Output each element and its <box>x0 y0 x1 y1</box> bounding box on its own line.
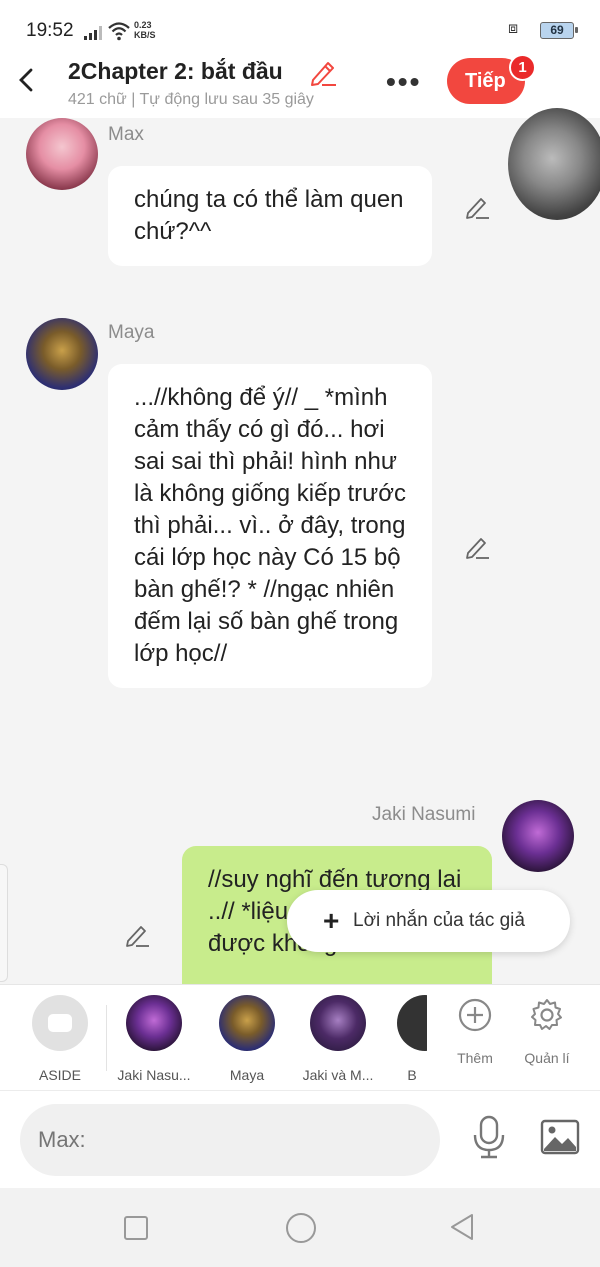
side-drawer-handle[interactable] <box>0 864 8 982</box>
character-b[interactable]: B <box>397 995 427 1083</box>
plus-icon: + <box>323 905 340 936</box>
character-avatar <box>310 995 366 1051</box>
character-jaki-nasumi[interactable]: Jaki Nasu... <box>109 995 199 1083</box>
author-note-label: Lời nhắn của tác giả <box>353 910 525 931</box>
back-arrow-icon[interactable] <box>14 66 42 94</box>
message-bubble[interactable]: chúng ta có thể làm quen chứ?^^ <box>108 166 432 266</box>
message-bubble[interactable]: ...//không để ý// _ *mình cảm thấy có gì… <box>108 364 432 688</box>
editor-header: 2Chapter 2: bắt đầu 421 chữ | Tự động lư… <box>0 54 600 220</box>
network-speed: 0.23 KB/S <box>134 20 156 40</box>
avatar-max[interactable] <box>26 118 98 190</box>
chat-area[interactable]: Max chúng ta có thể làm quen chứ?^^ Maya… <box>0 118 600 984</box>
composer-bar <box>0 1090 600 1188</box>
character-maya[interactable]: Maya <box>202 995 292 1083</box>
vibrate-icon: ⧈ <box>508 20 519 37</box>
speaker-name: Jaki Nasumi <box>372 804 476 825</box>
system-nav-bar <box>0 1188 600 1267</box>
notification-badge: 1 <box>509 54 536 81</box>
edit-message-icon[interactable] <box>464 534 490 560</box>
more-options-icon[interactable]: ••• <box>386 66 421 98</box>
back-triangle-icon[interactable] <box>448 1212 476 1242</box>
author-note-button[interactable]: + Lời nhắn của tác giả <box>287 890 570 952</box>
avatar-jaki-nasumi[interactable] <box>502 800 574 872</box>
avatar-maya[interactable] <box>26 318 98 390</box>
wifi-icon <box>108 22 130 41</box>
chapter-title[interactable]: 2Chapter 2: bắt đầu <box>68 58 283 85</box>
status-time: 19:52 <box>26 20 74 41</box>
message-input[interactable] <box>20 1104 440 1176</box>
signal-icon <box>84 26 102 40</box>
character-avatar <box>126 995 182 1051</box>
speaker-name: Maya <box>108 322 155 343</box>
aside-icon <box>32 995 88 1051</box>
character-jaki-va-maya[interactable]: Jaki và M... <box>293 995 383 1083</box>
character-selector: ASIDE Jaki Nasu... Maya Jaki và M... B T… <box>0 984 600 1090</box>
word-count-autosave: 421 chữ | Tự động lưu sau 35 giây <box>68 91 314 108</box>
add-character-button[interactable]: Thêm <box>440 997 510 1066</box>
speaker-name: Max <box>108 124 144 145</box>
status-bar: 19:52 0.23 KB/S ⧈ 69 <box>0 0 600 58</box>
character-aside[interactable]: ASIDE <box>15 995 105 1083</box>
home-icon[interactable] <box>286 1213 316 1243</box>
recent-apps-icon[interactable] <box>124 1216 148 1240</box>
gear-icon <box>531 999 562 1030</box>
character-avatar <box>397 995 427 1051</box>
edit-message-icon[interactable] <box>124 922 150 948</box>
image-icon[interactable] <box>540 1119 580 1155</box>
plus-circle-icon <box>458 998 492 1032</box>
microphone-icon[interactable] <box>472 1115 506 1161</box>
edit-message-icon[interactable] <box>464 194 490 220</box>
divider <box>106 1005 107 1071</box>
edit-title-icon[interactable] <box>308 58 338 86</box>
manage-button[interactable]: Quản lí <box>512 997 582 1066</box>
battery-indicator: 69 <box>540 22 578 39</box>
character-avatar <box>219 995 275 1051</box>
